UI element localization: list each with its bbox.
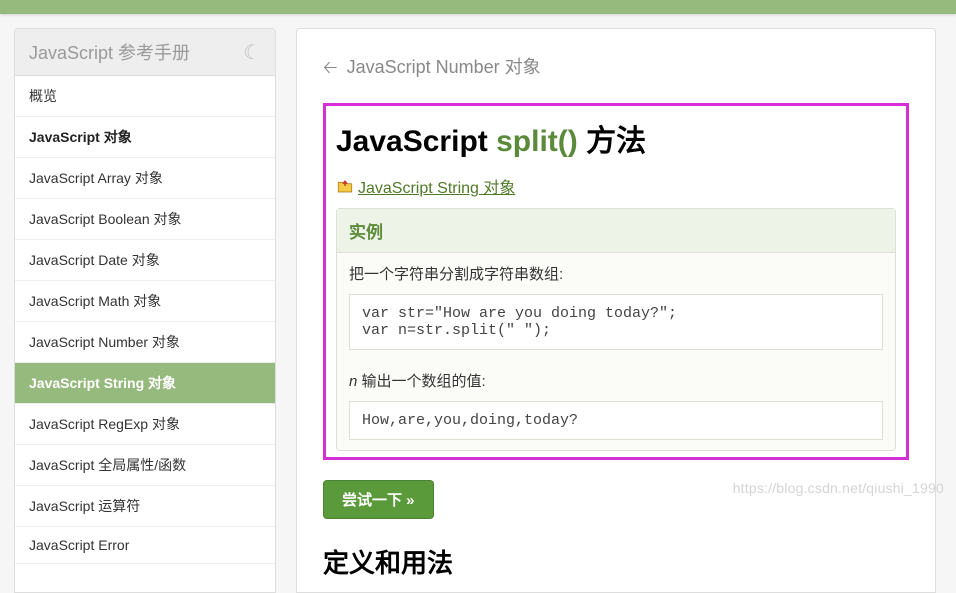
sidebar-item-operators[interactable]: JavaScript 运算符 — [15, 486, 275, 527]
sidebar-item-array[interactable]: JavaScript Array 对象 — [15, 158, 275, 199]
sidebar-title: JavaScript 参考手册 — [29, 39, 190, 65]
title-prefix: JavaScript — [336, 125, 488, 158]
sidebar-item-error[interactable]: JavaScript Error — [15, 527, 275, 564]
sidebar-item-string[interactable]: JavaScript String 对象 — [15, 363, 275, 404]
arrow-left-icon: 🡠 — [323, 57, 338, 77]
section-definition-heading: 定义和用法 — [323, 543, 909, 580]
sidebar-item-globals[interactable]: JavaScript 全局属性/函数 — [15, 445, 275, 486]
page-title: JavaScript split() 方法 — [336, 116, 896, 160]
example-header: 实例 — [337, 209, 895, 253]
example-desc-2: n 输出一个数组的值: — [337, 360, 895, 397]
moon-icon[interactable]: ☾ — [243, 40, 261, 65]
sidebar-item-overview[interactable]: 概览 — [15, 76, 275, 117]
parent-link-text[interactable]: JavaScript String 对象 — [358, 174, 515, 198]
highlight-box: JavaScript split() 方法 JavaScript String … — [323, 103, 909, 460]
sidebar-item-boolean[interactable]: JavaScript Boolean 对象 — [15, 199, 275, 240]
code-block-1: var str="How are you doing today?"; var … — [349, 294, 883, 350]
watermark: https://blog.csdn.net/qiushi_1990 — [733, 480, 944, 496]
parent-link[interactable]: JavaScript String 对象 — [336, 174, 896, 198]
main-content: 🡠 JavaScript Number 对象 JavaScript split(… — [296, 28, 936, 593]
breadcrumb-label: JavaScript Number 对象 — [347, 57, 541, 77]
sidebar: JavaScript 参考手册 ☾ 概览 JavaScript 对象 JavaS… — [14, 28, 276, 593]
sidebar-item-math[interactable]: JavaScript Math 对象 — [15, 281, 275, 322]
example-desc-1: 把一个字符串分割成字符串数组: — [337, 253, 895, 290]
breadcrumb[interactable]: 🡠 JavaScript Number 对象 — [323, 53, 909, 85]
sidebar-item-regexp[interactable]: JavaScript RegExp 对象 — [15, 404, 275, 445]
sidebar-item-number[interactable]: JavaScript Number 对象 — [15, 322, 275, 363]
folder-up-icon — [336, 177, 354, 195]
sidebar-section-heading: JavaScript 对象 — [15, 117, 275, 158]
example-box: 实例 把一个字符串分割成字符串数组: var str="How are you … — [336, 208, 896, 451]
code-block-2: How,are,you,doing,today? — [349, 401, 883, 440]
sidebar-item-date[interactable]: JavaScript Date 对象 — [15, 240, 275, 281]
top-bar — [0, 0, 956, 14]
sidebar-header: JavaScript 参考手册 ☾ — [15, 29, 275, 76]
title-method: split() — [496, 125, 578, 158]
desc2-rest: 输出一个数组的值: — [357, 373, 485, 390]
title-suffix: 方法 — [586, 125, 646, 158]
try-button[interactable]: 尝试一下 » — [323, 480, 434, 519]
